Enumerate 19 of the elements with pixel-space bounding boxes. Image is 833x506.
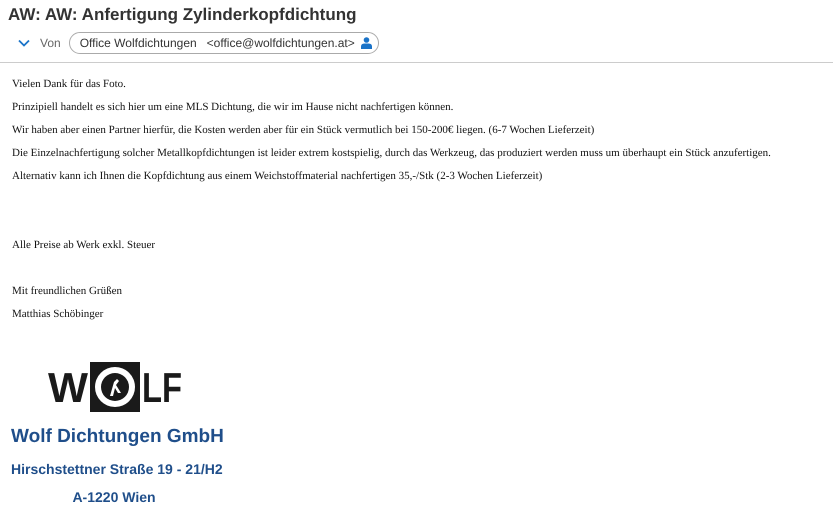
company-name: Wolf Dichtungen GmbH	[11, 426, 225, 448]
message-paragraph: Vielen Dank für das Foto.	[12, 77, 127, 92]
email-subject: AW: AW: Anfertigung Zylinderkopfdichtung	[8, 5, 358, 25]
message-paragraph: Alternativ kann ich Ihnen die Kopfdichtung aus einem Weichstoffmaterial nachfertigen 35,-/Stk (2-3 Wochen Lieferzeit)	[12, 169, 544, 184]
sender-chip[interactable]: Office Wolfdichtungen <office@wolfdichtungen.at>	[68, 32, 379, 54]
person-icon	[360, 37, 372, 49]
message-paragraph: Mit freundlichen Grüßen	[12, 284, 123, 299]
message-paragraph: Die Einzelnachfertigung solcher Metallkopfdichtungen ist leider extrem kostspielig, durch das Werkzeug, das produziert werden muss um überhaupt ein Stück anzufertigen.	[12, 146, 772, 161]
message-paragraph: Matthias Schöbinger	[12, 307, 104, 322]
company-logo: W LF	[48, 362, 184, 412]
sender-name: Office Wolfdichtungen	[80, 36, 197, 50]
from-label: Von	[40, 36, 61, 50]
message-paragraph: Alle Preise ab Werk exkl. Steuer	[12, 238, 156, 253]
sender-address: <office@wolfdichtungen.at>	[206, 36, 355, 50]
message-paragraph: Prinzipiell handelt es sich hier um eine MLS Dichtung, die wir im Hause nicht nachfertigen können.	[12, 100, 454, 115]
message-paragraph: Wir haben aber einen Partner hierfür, die Kosten werden aber für ein Stück vermutlich bei 150-200€ liegen. (6-7 Wochen Lieferzeit)	[12, 123, 596, 138]
city: A-1220 Wien	[71, 489, 157, 505]
chevron-icon	[18, 39, 30, 47]
street-address: Hirschstettner Straße 19 - 21/H2	[11, 461, 224, 477]
